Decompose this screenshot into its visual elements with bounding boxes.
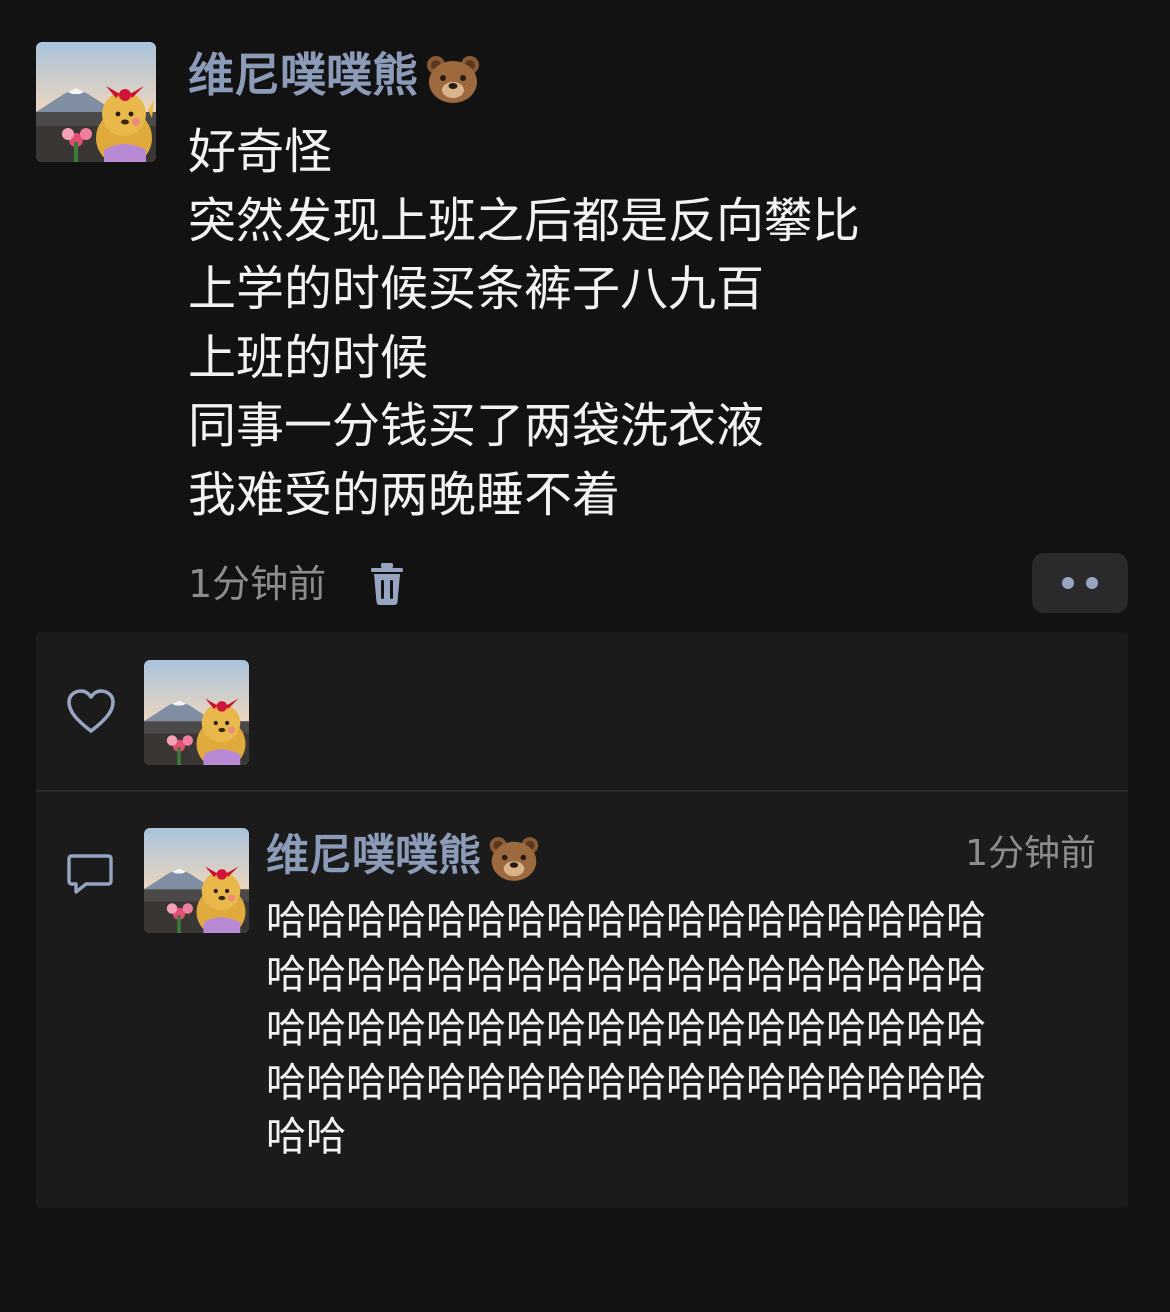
more-dots-icon (1062, 577, 1074, 589)
post-line: 好奇怪 (188, 124, 333, 180)
panel-divider (36, 790, 1128, 792)
post-line: 我难受的两晚睡不着 (188, 466, 621, 523)
bear-face-emoji-icon (424, 54, 482, 104)
post-line: 同事一分钱买了两袋洗衣液 (188, 398, 765, 454)
comment-line: 哈哈哈哈哈哈哈哈哈哈哈哈哈哈哈哈哈哈 (266, 898, 986, 944)
post-line: 上班的时候 (188, 329, 429, 386)
post-author-name-text: 维尼噗噗熊 (188, 48, 418, 102)
avatar-image (144, 660, 249, 765)
comment-author-name-text: 维尼噗噗熊 (266, 831, 481, 881)
comment-icon[interactable] (66, 852, 114, 896)
post-author-name[interactable]: 维尼噗噗熊 (188, 42, 482, 108)
post-timestamp: 1分钟前 (188, 562, 327, 606)
comment-line: 哈哈 (266, 1114, 346, 1160)
comment-line: 哈哈哈哈哈哈哈哈哈哈哈哈哈哈哈哈哈哈 (266, 1006, 986, 1052)
post-content: 好奇怪 突然发现上班之后都是反向攀比 上学的时候买条裤子八九百 上班的时候 同事… (188, 118, 1128, 529)
heart-icon[interactable] (66, 688, 116, 736)
post-line: 上学的时候买条裤子八九百 (188, 261, 765, 317)
bear-face-emoji-icon (487, 835, 541, 882)
comment-line: 哈哈哈哈哈哈哈哈哈哈哈哈哈哈哈哈哈哈 (266, 952, 986, 998)
post-line: 突然发现上班之后都是反向攀比 (188, 192, 861, 249)
avatar-image (36, 42, 156, 162)
liker-avatar[interactable] (144, 660, 249, 765)
avatar-image (144, 828, 249, 933)
comment-content: 哈哈哈哈哈哈哈哈哈哈哈哈哈哈哈哈哈哈 哈哈哈哈哈哈哈哈哈哈哈哈哈哈哈哈哈哈 哈哈… (266, 894, 1101, 1164)
comment-timestamp: 1分钟前 (965, 833, 1096, 874)
trash-icon[interactable] (368, 562, 406, 606)
more-dots-icon (1086, 577, 1098, 589)
post-author-avatar[interactable] (36, 42, 156, 162)
comment-line: 哈哈哈哈哈哈哈哈哈哈哈哈哈哈哈哈哈哈 (266, 1060, 986, 1106)
more-options-button[interactable] (1032, 553, 1128, 613)
commenter-avatar[interactable] (144, 828, 249, 933)
comment-author-name[interactable]: 维尼噗噗熊 (266, 826, 541, 886)
